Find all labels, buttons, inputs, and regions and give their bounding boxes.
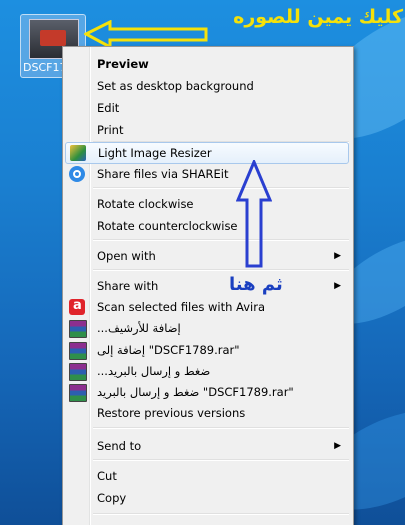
menu-item-open-with[interactable]: Open with ▶ <box>65 245 349 267</box>
winrar-icon <box>69 320 87 338</box>
desktop: DSCF17 كليك يمين للصوره Preview Set as d… <box>0 0 405 525</box>
menu-item-preview[interactable]: Preview <box>65 53 349 75</box>
menu-item-label: Print <box>97 123 124 137</box>
menu-item-restore-previous-versions[interactable]: Restore previous versions <box>65 402 349 424</box>
menu-item-label: Cut <box>97 469 117 483</box>
menu-item-light-image-resizer[interactable]: Light Image Resizer <box>65 142 349 164</box>
menu-item-label: Edit <box>97 101 120 115</box>
menu-item-set-desktop-background[interactable]: Set as desktop background <box>65 75 349 97</box>
annotation-right-click-hint: كليك يمين للصوره <box>233 6 403 28</box>
menu-item-cut[interactable]: Cut <box>65 465 349 487</box>
menu-item-label: Share files via SHAREit <box>97 167 229 181</box>
winrar-icon <box>69 342 87 360</box>
menu-item-label: ...إضافة للأرشيف <box>97 321 181 335</box>
menu-item-rotate-counterclockwise[interactable]: Rotate counterclockwise <box>65 215 349 237</box>
menu-item-label: Open with <box>97 249 156 263</box>
submenu-arrow-icon: ▶ <box>334 281 341 291</box>
menu-item-share-with[interactable]: Share with ▶ <box>65 275 349 297</box>
menu-item-label: Share with <box>97 279 159 293</box>
menu-item-send-to[interactable]: Send to ▶ <box>65 435 349 457</box>
menu-separator <box>93 513 349 515</box>
menu-item-label: إضافة إلى "DSCF1789.rar" <box>97 343 240 357</box>
menu-item-compress-and-email[interactable]: ...ضغط و إرسال بالبريد <box>65 360 349 382</box>
menu-item-label: ضغط و إرسال بالبريد "DSCF1789.rar" <box>97 385 294 399</box>
winrar-icon <box>69 363 87 381</box>
menu-item-rotate-clockwise[interactable]: Rotate clockwise <box>65 193 349 215</box>
menu-item-label: Light Image Resizer <box>98 146 212 160</box>
context-menu: Preview Set as desktop background Edit P… <box>62 46 354 525</box>
menu-item-add-to-archive[interactable]: ...إضافة للأرشيف <box>65 317 349 339</box>
annotation-then-here-hint: ثم هنا <box>229 274 283 295</box>
menu-item-label: Send to <box>97 439 142 453</box>
menu-item-copy[interactable]: Copy <box>65 487 349 509</box>
up-arrow-annotation <box>236 160 272 268</box>
menu-item-scan-avira[interactable]: Scan selected files with Avira <box>65 295 349 318</box>
winrar-icon <box>69 384 87 402</box>
menu-item-label: Copy <box>97 491 127 505</box>
menu-item-add-to-rar[interactable]: إضافة إلى "DSCF1789.rar" <box>65 339 349 361</box>
menu-item-edit[interactable]: Edit <box>65 97 349 119</box>
menu-separator <box>93 427 349 429</box>
menu-item-label: Preview <box>97 57 149 71</box>
submenu-arrow-icon: ▶ <box>334 441 341 451</box>
menu-item-label: Scan selected files with Avira <box>97 300 265 314</box>
menu-item-compress-to-rar-and-email[interactable]: ضغط و إرسال بالبريد "DSCF1789.rar" <box>65 381 349 403</box>
menu-item-print[interactable]: Print <box>65 119 349 141</box>
menu-item-share-shareit[interactable]: Share files via SHAREit <box>65 163 349 185</box>
avira-icon <box>69 295 85 317</box>
menu-item-label: Rotate counterclockwise <box>97 219 238 233</box>
submenu-arrow-icon: ▶ <box>334 251 341 261</box>
menu-item-label: Set as desktop background <box>97 79 254 93</box>
menu-separator <box>93 187 349 189</box>
menu-item-label: Rotate clockwise <box>97 197 194 211</box>
menu-item-label: ...ضغط و إرسال بالبريد <box>97 364 211 378</box>
menu-separator <box>93 239 349 241</box>
menu-separator <box>93 459 349 461</box>
menu-separator <box>93 269 349 271</box>
light-image-resizer-icon <box>70 145 86 161</box>
shareit-icon <box>69 166 85 182</box>
menu-item-label: Restore previous versions <box>97 406 246 420</box>
